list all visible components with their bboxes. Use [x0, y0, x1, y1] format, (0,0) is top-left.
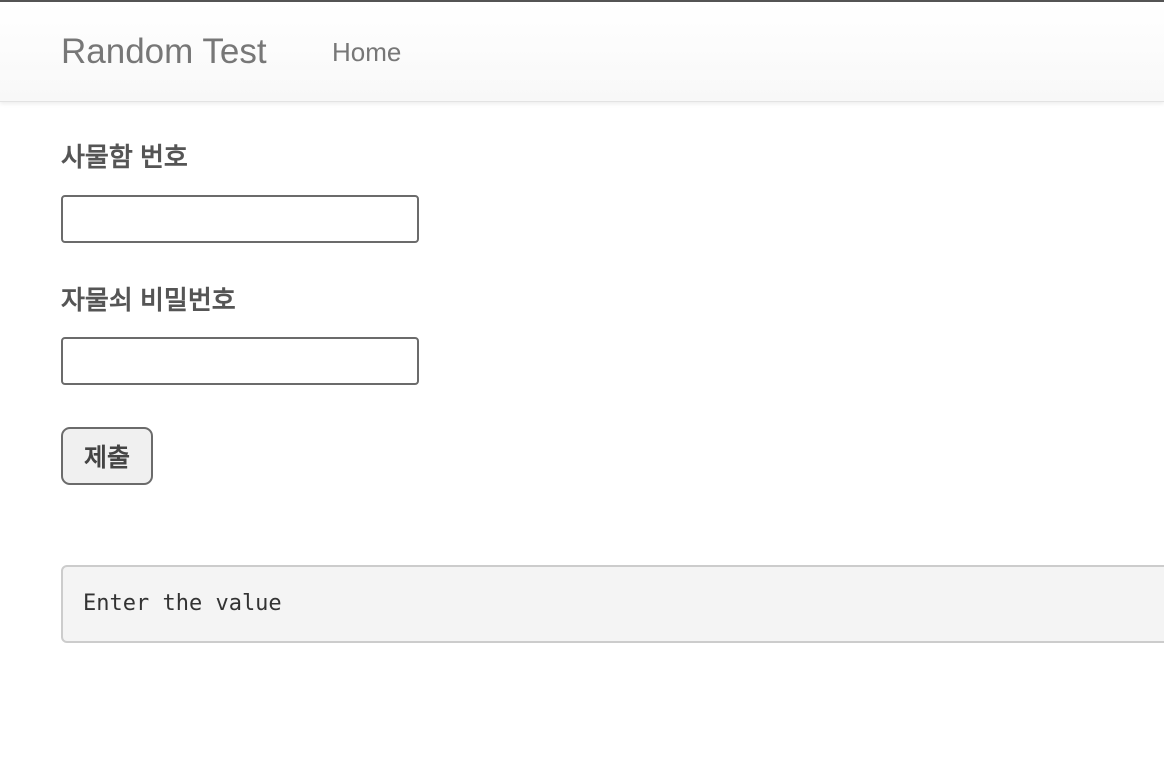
brand-link[interactable]: Random Test [61, 32, 267, 72]
locker-number-input[interactable] [61, 195, 419, 243]
submit-button[interactable]: 제출 [61, 427, 153, 485]
nav-home-link[interactable]: Home [332, 36, 401, 68]
lock-password-input[interactable] [61, 337, 419, 385]
locker-number-label: 사물함 번호 [61, 142, 188, 172]
result-text: Enter the value [83, 591, 282, 616]
navbar: Random Test Home [0, 2, 1164, 102]
lock-password-label: 자물쇠 비밀번호 [61, 285, 236, 315]
result-box: Enter the value [61, 565, 1164, 643]
